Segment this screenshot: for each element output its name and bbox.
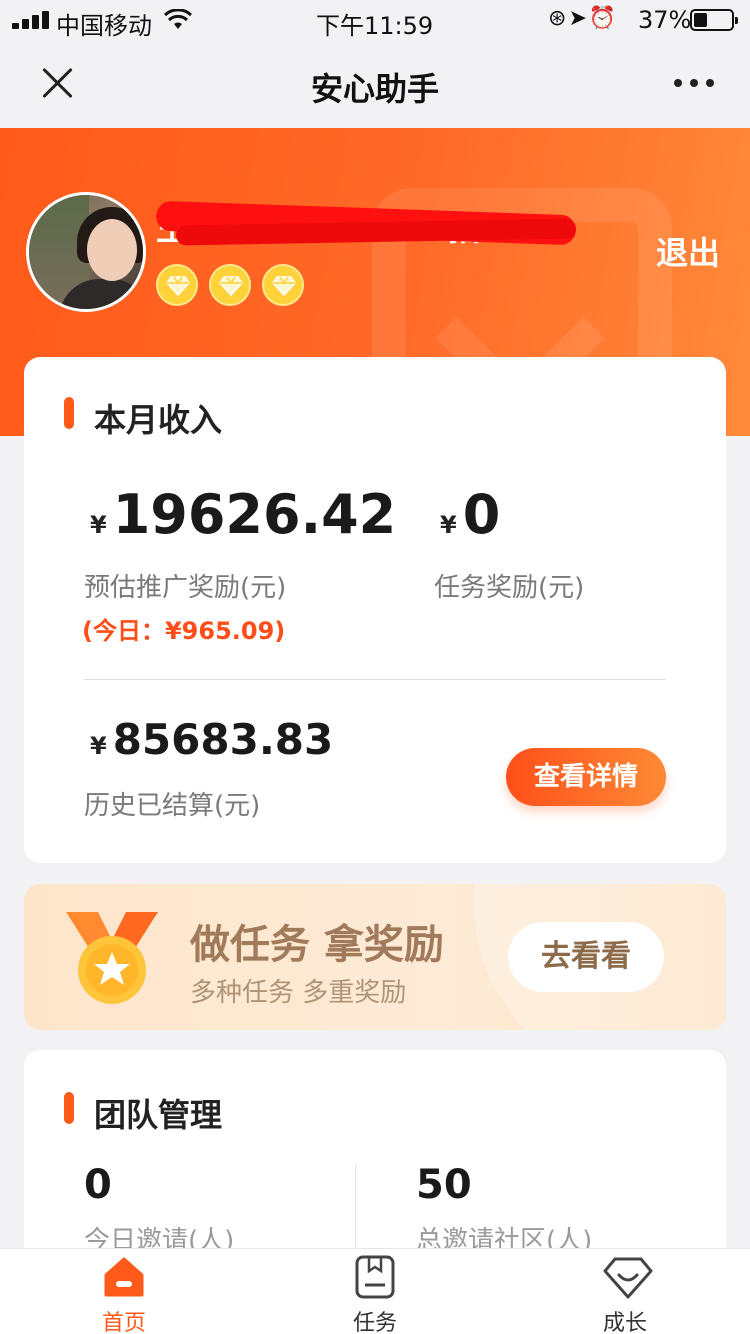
history-settled-amount: ¥85683.83 xyxy=(90,715,334,764)
username-area: 王桂红1387·······6招… xyxy=(155,200,616,254)
nav-bar: 安心助手 xyxy=(0,40,750,128)
medal-icon xyxy=(64,908,160,1008)
growth-icon xyxy=(603,1255,653,1299)
status-bar: 中国移动 下午11:59 ⊛➤⏰ 37% xyxy=(0,0,750,40)
battery-icon xyxy=(690,9,738,31)
tab-bar: 首页 任务 成长 xyxy=(0,1248,750,1334)
divider xyxy=(84,679,666,680)
banner-title: 做任务 拿奖励 xyxy=(190,922,444,968)
banner-subtitle: 多种任务 多重奖励 xyxy=(190,978,407,1008)
diamond-badge-icon xyxy=(209,264,251,306)
today-invites-count: 0 xyxy=(84,1162,112,1208)
more-icon[interactable] xyxy=(672,76,716,90)
avatar[interactable] xyxy=(26,192,146,312)
clock: 下午11:59 xyxy=(316,12,434,40)
diamond-badge-icon xyxy=(262,264,304,306)
signal-icon xyxy=(12,11,50,29)
tab-growth-label: 成长 xyxy=(602,1311,647,1334)
total-invites-count: 50 xyxy=(416,1162,472,1208)
task-icon xyxy=(353,1255,397,1299)
carrier-name: 中国移动 xyxy=(56,12,152,40)
logout-button[interactable]: 退出 xyxy=(656,228,720,274)
section-accent xyxy=(64,1092,74,1124)
diamond-badge-icon xyxy=(156,264,198,306)
income-title: 本月收入 xyxy=(94,401,223,439)
tab-home[interactable]: 首页 xyxy=(64,1255,184,1334)
section-accent xyxy=(64,397,74,429)
page-title: 安心助手 xyxy=(310,70,439,108)
estimated-promo-label: 预估推广奖励(元) xyxy=(84,573,287,603)
rotation-lock-icon: ⊛ xyxy=(548,6,569,31)
tab-growth[interactable]: 成长 xyxy=(565,1255,685,1334)
estimated-promo-amount: ¥19626.42 xyxy=(90,483,397,546)
task-banner[interactable]: 做任务 拿奖励 多种任务 多重奖励 去看看 xyxy=(24,884,726,1030)
battery-percent: 37% xyxy=(638,6,692,34)
divider xyxy=(355,1164,356,1254)
view-details-button[interactable]: 查看详情 xyxy=(506,748,666,806)
wifi-icon xyxy=(163,8,193,37)
location-icon: ➤ xyxy=(568,6,589,31)
tab-tasks[interactable]: 任务 xyxy=(315,1255,435,1334)
task-reward-amount: ¥0 xyxy=(440,483,501,546)
go-see-button[interactable]: 去看看 xyxy=(508,922,664,992)
tab-home-label: 首页 xyxy=(101,1311,146,1334)
today-income: (今日：¥965.09) xyxy=(82,617,286,645)
team-title: 团队管理 xyxy=(94,1096,223,1134)
home-icon xyxy=(102,1255,146,1299)
level-badges xyxy=(156,264,315,306)
tab-tasks-label: 任务 xyxy=(352,1311,397,1334)
income-card: 本月收入 ¥19626.42 预估推广奖励(元) (今日：¥965.09) ¥0… xyxy=(24,357,726,863)
history-settled-label: 历史已结算(元) xyxy=(84,791,261,821)
battery-level xyxy=(694,13,707,27)
alarm-icon: ⏰ xyxy=(588,6,619,31)
task-reward-label: 任务奖励(元) xyxy=(434,573,585,603)
